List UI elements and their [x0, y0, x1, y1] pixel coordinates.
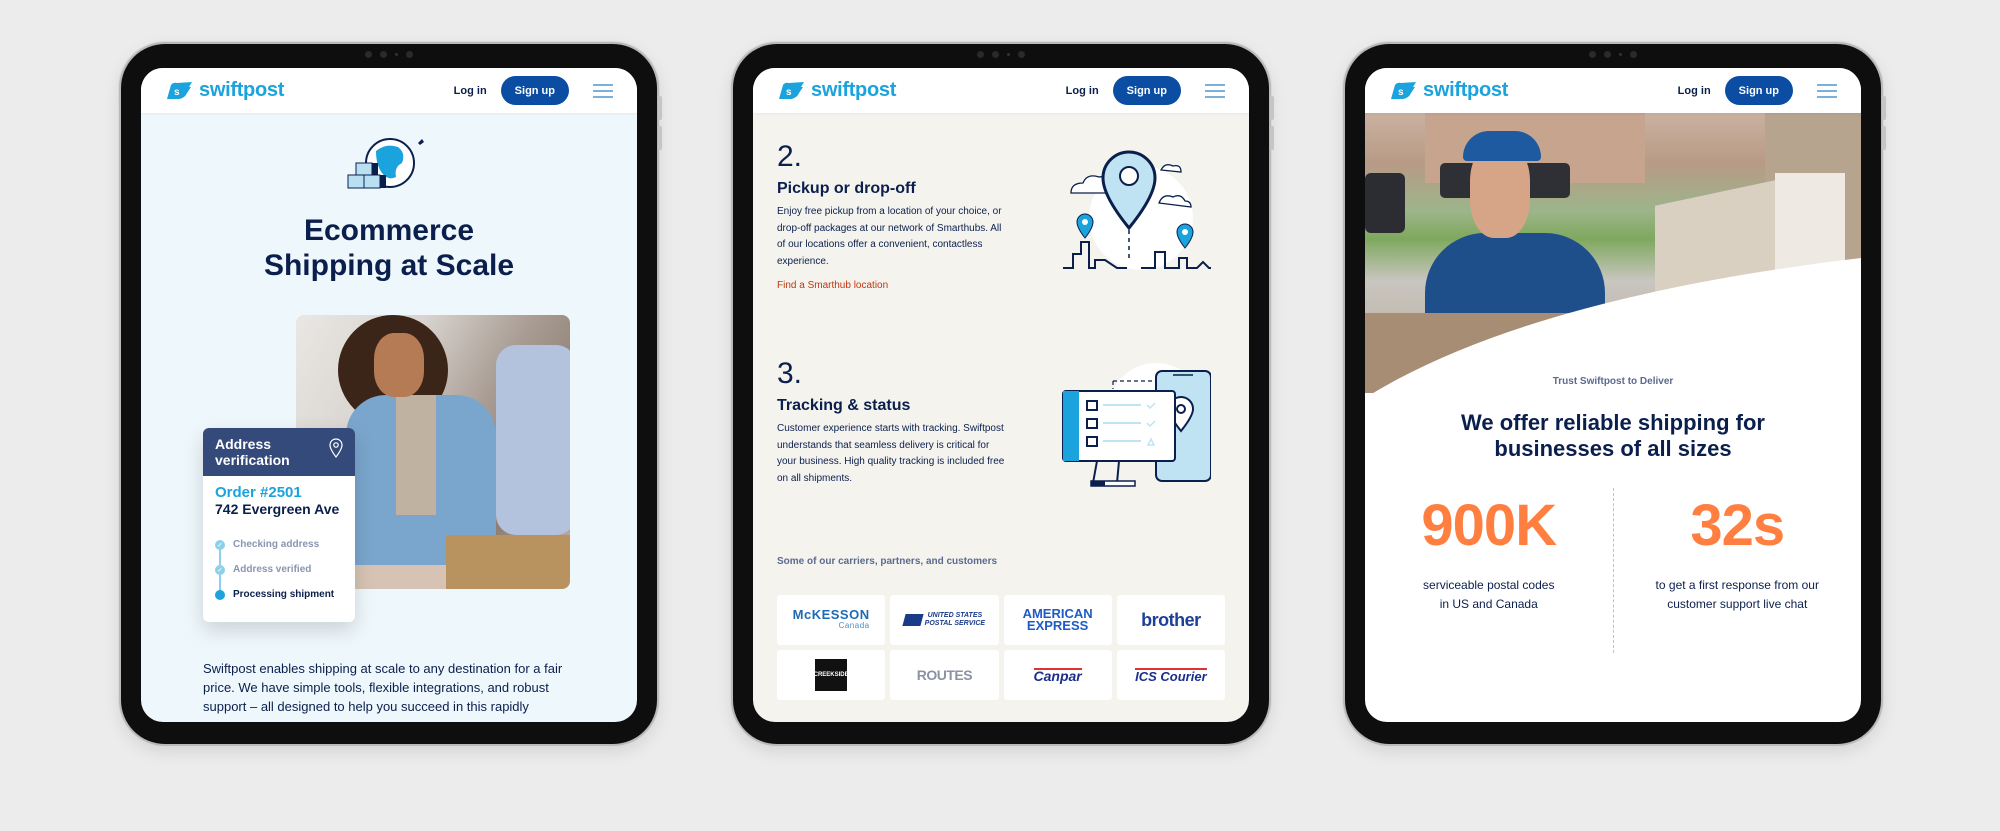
- check-icon: ✓: [215, 564, 225, 575]
- partner-logo-routes: ROUTES: [890, 650, 999, 700]
- volume-button: [1882, 96, 1886, 120]
- screen-trust: s swiftpost Log in Sign up Trust Swiftpo…: [1365, 68, 1861, 722]
- feature-number: 3.: [777, 357, 803, 390]
- partner-logo-ics: ICS Courier: [1116, 650, 1225, 700]
- logo-text: swiftpost: [811, 79, 897, 101]
- partner-logo-mckesson: McKESSON Canada: [777, 595, 886, 645]
- camera-array: [1589, 51, 1637, 58]
- logo-mark-icon: s: [167, 81, 192, 99]
- volume-button: [658, 126, 662, 150]
- signup-button[interactable]: Sign up: [1724, 76, 1793, 105]
- stat-response-time: 32s to get a first response from our cus…: [1614, 488, 1862, 653]
- trust-label: Trust Swiftpost to Deliver: [1552, 376, 1674, 387]
- login-link[interactable]: Log in: [1678, 85, 1711, 97]
- logo-mark-icon: s: [1391, 81, 1416, 99]
- tablet-frame-1: s swiftpost Log in Sign up Ecommerce Shi…: [121, 44, 662, 744]
- stat-value: 900K: [1421, 493, 1557, 558]
- city-map-pin-icon: [1063, 150, 1211, 270]
- hero-title: Ecommerce Shipping at Scale: [263, 214, 515, 282]
- svg-text:s: s: [1398, 87, 1404, 98]
- intro-paragraph: Swiftpost enables shipping at scale to a…: [203, 661, 563, 714]
- logo[interactable]: s swiftpost: [1389, 79, 1508, 102]
- step-checking-address: ✓ Checking address: [215, 532, 343, 557]
- tablet-frame-2: s swiftpost Log in Sign up 2. Pickup or …: [733, 44, 1274, 744]
- hamburger-icon[interactable]: [1205, 83, 1225, 98]
- volume-button: [1882, 126, 1886, 150]
- stat-value: 32s: [1690, 493, 1785, 558]
- hamburger-icon[interactable]: [1817, 83, 1837, 98]
- signup-button[interactable]: Sign up: [500, 76, 569, 105]
- partner-logo-canpar: Canpar: [1003, 650, 1112, 700]
- stat-postal-codes: 900K serviceable postal codes in US and …: [1365, 488, 1613, 653]
- map-pin-icon: [329, 438, 343, 458]
- offer-title: We offer reliable shipping for businesse…: [1461, 410, 1765, 461]
- tablet-frame-3: s swiftpost Log in Sign up Trust Swiftpo…: [1345, 44, 1886, 744]
- volume-button: [658, 96, 662, 120]
- feature-tracking: 3. Tracking & status Customer experience…: [777, 357, 1007, 487]
- usps-eagle-icon: [902, 614, 924, 626]
- partners-heading: Some of our carriers, partners, and cust…: [777, 556, 998, 567]
- stat-description: to get a first response from our custome…: [1655, 578, 1819, 611]
- address-verification-card: Address verification Order #2501 742 Eve…: [203, 428, 355, 622]
- feature-number: 2.: [777, 140, 803, 173]
- camera-array: [365, 51, 413, 58]
- step-processing-shipment: Processing shipment: [215, 582, 343, 607]
- camera-array: [977, 51, 1025, 58]
- step-address-verified: ✓ Address verified: [215, 557, 343, 582]
- partner-logo-creekside: CREEKSIDE: [777, 650, 886, 700]
- hamburger-icon[interactable]: [593, 83, 613, 98]
- login-link[interactable]: Log in: [1066, 85, 1099, 97]
- order-address: 742 Evergreen Ave: [215, 501, 340, 517]
- logo-text: swiftpost: [199, 79, 285, 101]
- stat-description: serviceable postal codes in US and Canad…: [1423, 578, 1555, 611]
- top-nav: s swiftpost Log in Sign up: [141, 68, 637, 113]
- partner-logo-brother: brother: [1116, 595, 1225, 645]
- globe-boxes-icon: [347, 138, 424, 189]
- svg-text:s: s: [174, 87, 180, 98]
- feature-title: Pickup or drop-off: [777, 180, 916, 197]
- logo[interactable]: s swiftpost: [165, 79, 284, 102]
- screen-features: s swiftpost Log in Sign up 2. Pickup or …: [753, 68, 1249, 722]
- verification-steps: ✓ Checking address ✓ Address verified Proc…: [215, 532, 343, 607]
- volume-button: [1270, 126, 1274, 150]
- partner-logo-usps: UNITED STATES POSTAL SERVICE: [890, 595, 999, 645]
- feature-description: Enjoy free pickup from a location of you…: [777, 206, 1002, 267]
- volume-button: [1270, 96, 1274, 120]
- stats-row: 900K serviceable postal codes in US and …: [1365, 488, 1861, 653]
- check-icon: ✓: [215, 539, 225, 550]
- feature-description: Customer experience starts with tracking…: [777, 423, 1005, 484]
- partner-logo-amex: AMERICAN EXPRESS: [1003, 595, 1112, 645]
- logo[interactable]: s swiftpost: [777, 79, 896, 102]
- order-number: Order #2501: [215, 484, 302, 501]
- signup-button[interactable]: Sign up: [1112, 76, 1181, 105]
- card-header: Address verification: [203, 428, 355, 476]
- svg-text:s: s: [786, 87, 792, 98]
- feature-pickup: 2. Pickup or drop-off Enjoy free pickup …: [777, 140, 1007, 293]
- logo-text: swiftpost: [1423, 79, 1509, 101]
- top-nav: s swiftpost Log in Sign up: [753, 68, 1249, 113]
- partners-grid: McKESSON Canada UNITED STATES POSTAL SERVI…: [777, 595, 1225, 700]
- monitor-phone-tracking-icon: [1062, 363, 1211, 487]
- find-smarthub-link[interactable]: Find a Smarthub location: [777, 280, 888, 291]
- active-dot-icon: [215, 589, 225, 600]
- logo-mark-icon: s: [779, 81, 804, 99]
- login-link[interactable]: Log in: [454, 85, 487, 97]
- screen-home: s swiftpost Log in Sign up Ecommerce Shi…: [141, 68, 637, 722]
- feature-title: Tracking & status: [777, 397, 911, 414]
- top-nav: s swiftpost Log in Sign up: [1365, 68, 1861, 113]
